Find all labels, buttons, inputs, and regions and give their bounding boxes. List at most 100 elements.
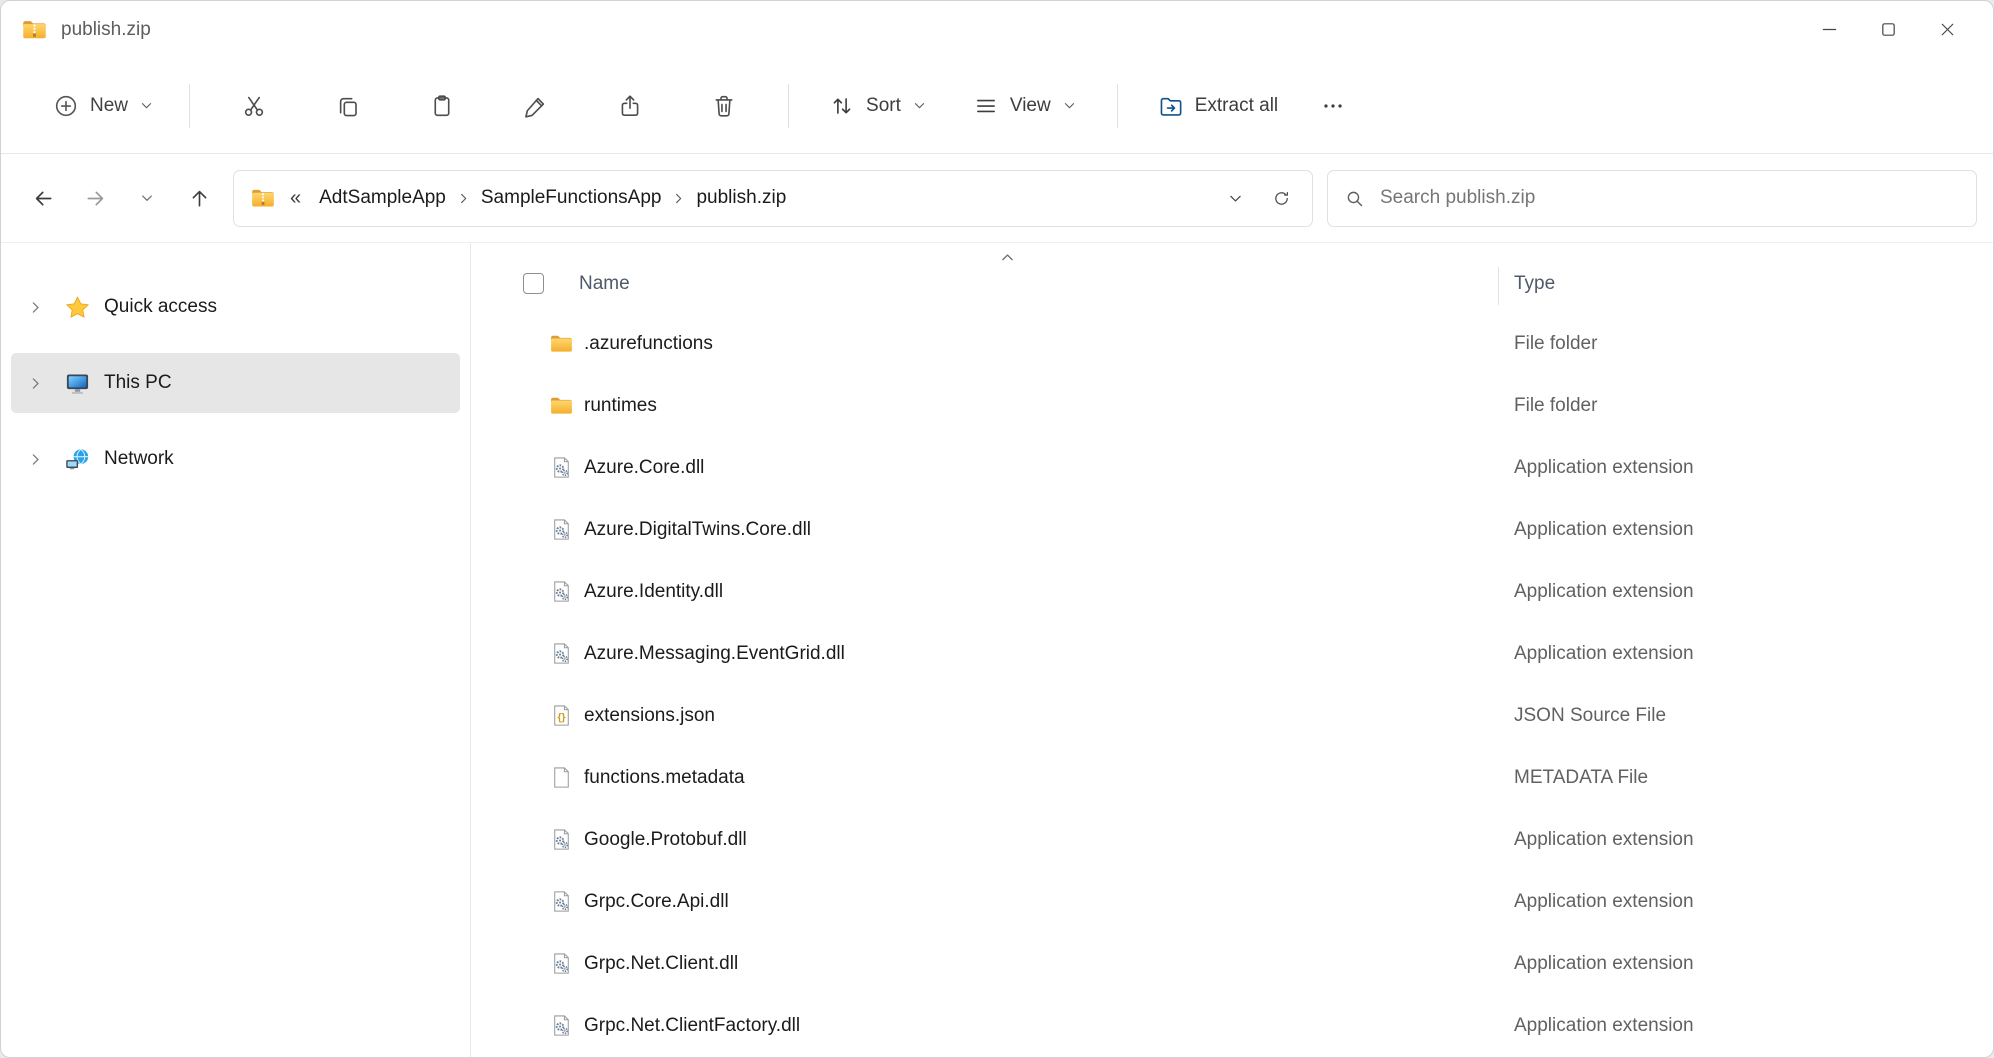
search-input[interactable]	[1378, 186, 1960, 210]
file-type: Application extension	[1514, 643, 1694, 665]
toolbar-divider	[1117, 84, 1118, 128]
list-header: Name Type	[471, 243, 1993, 313]
chevron-right-icon[interactable]	[27, 451, 44, 468]
up-button[interactable]	[173, 172, 225, 224]
file-row[interactable]: runtimes File folder	[471, 375, 1993, 437]
share-button[interactable]	[598, 76, 662, 136]
file-type-icon	[549, 517, 574, 542]
chevron-down-icon	[1227, 190, 1244, 207]
sort-ascending-icon	[999, 249, 1016, 266]
zip-folder-icon	[21, 16, 48, 43]
paste-icon	[429, 93, 455, 119]
file-type-icon	[549, 889, 574, 914]
view-button-label: View	[1010, 95, 1051, 117]
navigation-bar: « AdtSampleApp SampleFunctionsApp publis…	[1, 154, 1993, 243]
file-type: Application extension	[1514, 581, 1694, 603]
refresh-icon	[1272, 189, 1291, 208]
breadcrumb-segment[interactable]: SampleFunctionsApp	[471, 180, 672, 216]
file-row[interactable]: Azure.Messaging.EventGrid.dll Applicatio…	[471, 623, 1993, 685]
file-name: Azure.Identity.dll	[584, 581, 723, 603]
cut-button[interactable]	[222, 76, 286, 136]
sidebar-item-quick-access[interactable]: Quick access	[11, 277, 460, 337]
rename-button[interactable]	[504, 76, 568, 136]
maximize-button[interactable]	[1859, 1, 1918, 58]
forward-button[interactable]	[69, 172, 121, 224]
file-name: Azure.DigitalTwins.Core.dll	[584, 519, 811, 541]
close-button[interactable]	[1918, 1, 1977, 58]
refresh-button[interactable]	[1258, 175, 1304, 221]
close-icon	[1937, 19, 1958, 40]
arrow-up-icon	[188, 187, 211, 210]
search-icon	[1344, 188, 1365, 209]
file-row[interactable]: Google.Protobuf.dll Application extensio…	[471, 809, 1993, 871]
chevron-down-icon	[912, 98, 927, 113]
file-row[interactable]: functions.metadata METADATA File	[471, 747, 1993, 809]
column-header-name[interactable]: Name	[579, 273, 630, 295]
column-divider[interactable]	[1498, 267, 1499, 305]
extract-all-icon	[1158, 93, 1184, 119]
sidebar-item-this-pc[interactable]: This PC	[11, 353, 460, 413]
copy-button[interactable]	[316, 76, 380, 136]
sort-icon	[829, 93, 855, 119]
file-row[interactable]: Grpc.Core.Api.dll Application extension	[471, 871, 1993, 933]
file-type: File folder	[1514, 395, 1597, 417]
address-dropdown-button[interactable]	[1212, 175, 1258, 221]
toolbar-divider	[189, 84, 190, 128]
file-type-icon	[549, 951, 574, 976]
file-row[interactable]: Azure.Core.dll Application extension	[471, 437, 1993, 499]
file-explorer-window: publish.zip New Sort View	[0, 0, 1994, 1058]
file-row[interactable]: extensions.json JSON Source File	[471, 685, 1993, 747]
arrow-right-icon	[84, 187, 107, 210]
file-row[interactable]: Azure.DigitalTwins.Core.dll Application …	[471, 499, 1993, 561]
file-type-icon	[549, 579, 574, 604]
file-row[interactable]: Grpc.Net.ClientFactory.dll Application e…	[471, 995, 1993, 1057]
select-all-checkbox[interactable]	[523, 273, 544, 294]
search-box[interactable]	[1327, 170, 1977, 227]
back-button[interactable]	[17, 172, 69, 224]
view-icon	[973, 93, 999, 119]
cut-icon	[241, 93, 267, 119]
file-type: JSON Source File	[1514, 705, 1666, 727]
address-bar[interactable]: « AdtSampleApp SampleFunctionsApp publis…	[233, 170, 1313, 227]
chevron-right-icon[interactable]	[27, 299, 44, 316]
minimize-button[interactable]	[1800, 1, 1859, 58]
chevron-down-icon	[139, 190, 155, 206]
file-type: METADATA File	[1514, 767, 1648, 789]
network-icon	[64, 446, 91, 473]
copy-icon	[335, 93, 361, 119]
zip-folder-icon	[250, 185, 276, 211]
plus-circle-icon	[53, 93, 79, 119]
view-button[interactable]: View	[956, 76, 1094, 136]
sidebar-item-network[interactable]: Network	[11, 429, 460, 489]
file-rows: .azurefunctions File folder runtimes Fil…	[471, 313, 1993, 1057]
file-name: extensions.json	[584, 705, 715, 727]
breadcrumb-overflow[interactable]: «	[290, 187, 301, 210]
arrow-left-icon	[32, 187, 55, 210]
paste-button[interactable]	[410, 76, 474, 136]
sidebar-item-label: Quick access	[104, 296, 217, 318]
sidebar-item-label: This PC	[104, 372, 172, 394]
extract-all-button[interactable]: Extract all	[1141, 76, 1295, 136]
share-icon	[617, 93, 643, 119]
navigation-pane: Quick access This PC Network	[1, 243, 471, 1058]
extract-all-label: Extract all	[1195, 95, 1278, 117]
more-options-button[interactable]	[1301, 76, 1365, 136]
delete-button[interactable]	[692, 76, 756, 136]
file-row[interactable]: Grpc.Net.Client.dll Application extensio…	[471, 933, 1993, 995]
file-type-icon	[549, 331, 574, 356]
content-area: Quick access This PC Network Name Type	[1, 243, 1993, 1058]
column-header-type[interactable]: Type	[1514, 273, 1555, 295]
star-icon	[64, 294, 91, 321]
sort-button[interactable]: Sort	[812, 76, 944, 136]
breadcrumb-segment[interactable]: AdtSampleApp	[309, 180, 456, 216]
file-type-icon	[549, 1013, 574, 1038]
new-button[interactable]: New	[35, 76, 172, 136]
recent-locations-button[interactable]	[121, 172, 173, 224]
sort-button-label: Sort	[866, 95, 901, 117]
breadcrumb-segment[interactable]: publish.zip	[686, 180, 796, 216]
file-row[interactable]: Azure.Identity.dll Application extension	[471, 561, 1993, 623]
file-row[interactable]: .azurefunctions File folder	[471, 313, 1993, 375]
chevron-right-icon[interactable]	[27, 375, 44, 392]
file-type: Application extension	[1514, 829, 1694, 851]
new-button-label: New	[90, 95, 128, 117]
